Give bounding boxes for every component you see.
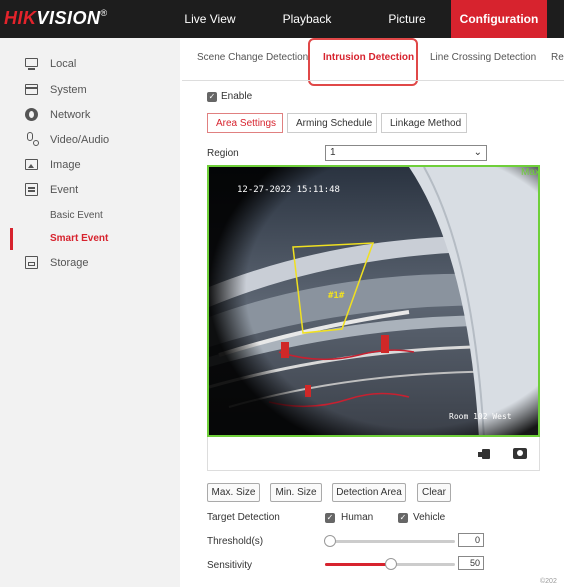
sidebar-item-label: Network: [50, 109, 91, 121]
sidebar-item-storage[interactable]: Storage: [0, 251, 174, 275]
sidebar-item-network[interactable]: Network: [0, 103, 174, 127]
sidebar-item-label: Event: [50, 184, 79, 196]
sensitivity-value-field[interactable]: 50: [458, 556, 484, 570]
sidebar-item-label: System: [50, 84, 87, 96]
enable-label: Enable: [221, 91, 253, 102]
footer-copyright: ©202: [540, 578, 557, 585]
system-icon: [25, 84, 38, 95]
audio-icon: [27, 132, 33, 141]
tab-scene-change-detection[interactable]: Scene Change Detection: [197, 52, 308, 63]
sidebar-item-video-audio[interactable]: Video/Audio: [0, 128, 174, 152]
sidebar: Local System Network Video/Audio Image E…: [0, 38, 180, 587]
threshold-label: Threshold(s): [207, 536, 264, 547]
nav-playback[interactable]: Playback: [275, 0, 339, 38]
video-timestamp: 12-27-2022 15:11:48: [237, 185, 340, 195]
min-size-button[interactable]: Min. Size: [270, 483, 322, 502]
threshold-slider-track[interactable]: [325, 540, 455, 543]
tab-divider: [182, 80, 564, 81]
step-arming-schedule[interactable]: Arming Schedule: [287, 113, 377, 133]
sidebar-item-system[interactable]: System: [0, 78, 174, 102]
step-linkage-method[interactable]: Linkage Method: [381, 113, 467, 133]
region-number-label: #1#: [328, 291, 345, 301]
human-checkbox[interactable]: ✓: [325, 513, 335, 523]
chevron-down-icon: ⌄: [473, 147, 482, 158]
monitor-stand-icon: [28, 68, 35, 70]
enable-checkbox[interactable]: ✓: [207, 92, 217, 102]
max-label: Max: [521, 167, 540, 178]
tab-region-entrance[interactable]: Re: [551, 52, 564, 63]
nav-picture[interactable]: Picture: [375, 0, 439, 38]
sidebar-item-image[interactable]: Image: [0, 153, 174, 177]
camera-name-overlay: Room 102 West: [449, 412, 512, 421]
step-area-settings[interactable]: Area Settings: [207, 113, 283, 133]
clear-button[interactable]: Clear: [417, 483, 451, 502]
nav-configuration[interactable]: Configuration: [451, 0, 547, 38]
camera-snapshot-icon[interactable]: [513, 448, 527, 459]
max-size-button[interactable]: Max. Size: [207, 483, 260, 502]
camera-scene: [209, 167, 538, 435]
vehicle-label: Vehicle: [413, 512, 446, 523]
tab-intrusion-detection[interactable]: Intrusion Detection: [323, 52, 414, 63]
sidebar-item-smart-event[interactable]: Smart Event: [0, 228, 174, 250]
detection-area-button[interactable]: Detection Area: [332, 483, 406, 502]
region-select[interactable]: 1 ⌄: [325, 145, 487, 161]
monitor-icon: [25, 58, 38, 67]
vehicle-checkbox[interactable]: ✓: [398, 513, 408, 523]
calendar-icon: [25, 183, 38, 196]
sidebar-item-local[interactable]: Local: [0, 52, 174, 76]
top-nav-bar: HIKVISION® Live View Playback Picture Co…: [0, 0, 564, 38]
sidebar-item-label: Storage: [50, 257, 89, 269]
sidebar-item-label: Video/Audio: [50, 134, 110, 146]
sidebar-item-label: Local: [50, 58, 77, 70]
sidebar-item-event[interactable]: Event: [0, 178, 174, 202]
target-detection-label: Target Detection: [207, 512, 280, 523]
threshold-value-field[interactable]: 0: [458, 533, 484, 547]
tab-line-crossing-detection[interactable]: Line Crossing Detection: [430, 52, 536, 63]
region-label: Region: [207, 148, 239, 159]
sidebar-item-label: Image: [50, 159, 81, 171]
sensitivity-label: Sensitivity: [207, 560, 253, 571]
sensitivity-slider-fill: [325, 563, 391, 566]
threshold-slider-knob[interactable]: [324, 535, 336, 547]
record-clip-icon[interactable]: [478, 449, 490, 459]
region-value: 1: [330, 147, 336, 158]
sidebar-item-basic-event[interactable]: Basic Event: [0, 205, 174, 227]
nav-live-view[interactable]: Live View: [178, 0, 242, 38]
hikvision-logo: HIKVISION®: [4, 8, 108, 28]
human-label: Human: [341, 512, 374, 523]
sensitivity-slider-knob[interactable]: [385, 558, 397, 570]
video-toolbar: [207, 437, 540, 471]
video-preview[interactable]: 12-27-2022 15:11:48 #1# Room 102 West Ma…: [207, 165, 540, 437]
